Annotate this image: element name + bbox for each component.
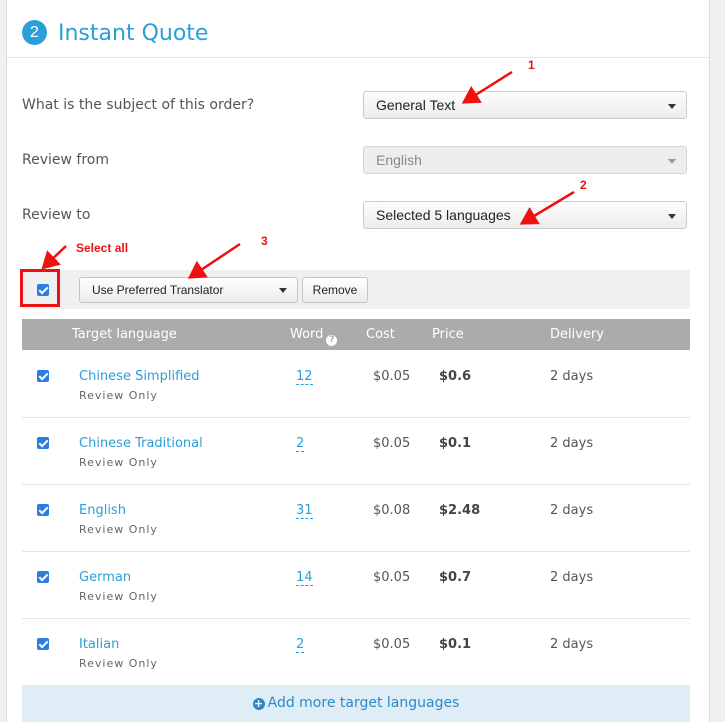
annotation-arrow-3: [187, 242, 241, 279]
annotation-arrow-select-all: [41, 245, 67, 270]
annotation-arrow-2: [519, 190, 575, 225]
annotation-arrows: [41, 70, 575, 279]
annotation-arrow-1: [461, 70, 513, 104]
